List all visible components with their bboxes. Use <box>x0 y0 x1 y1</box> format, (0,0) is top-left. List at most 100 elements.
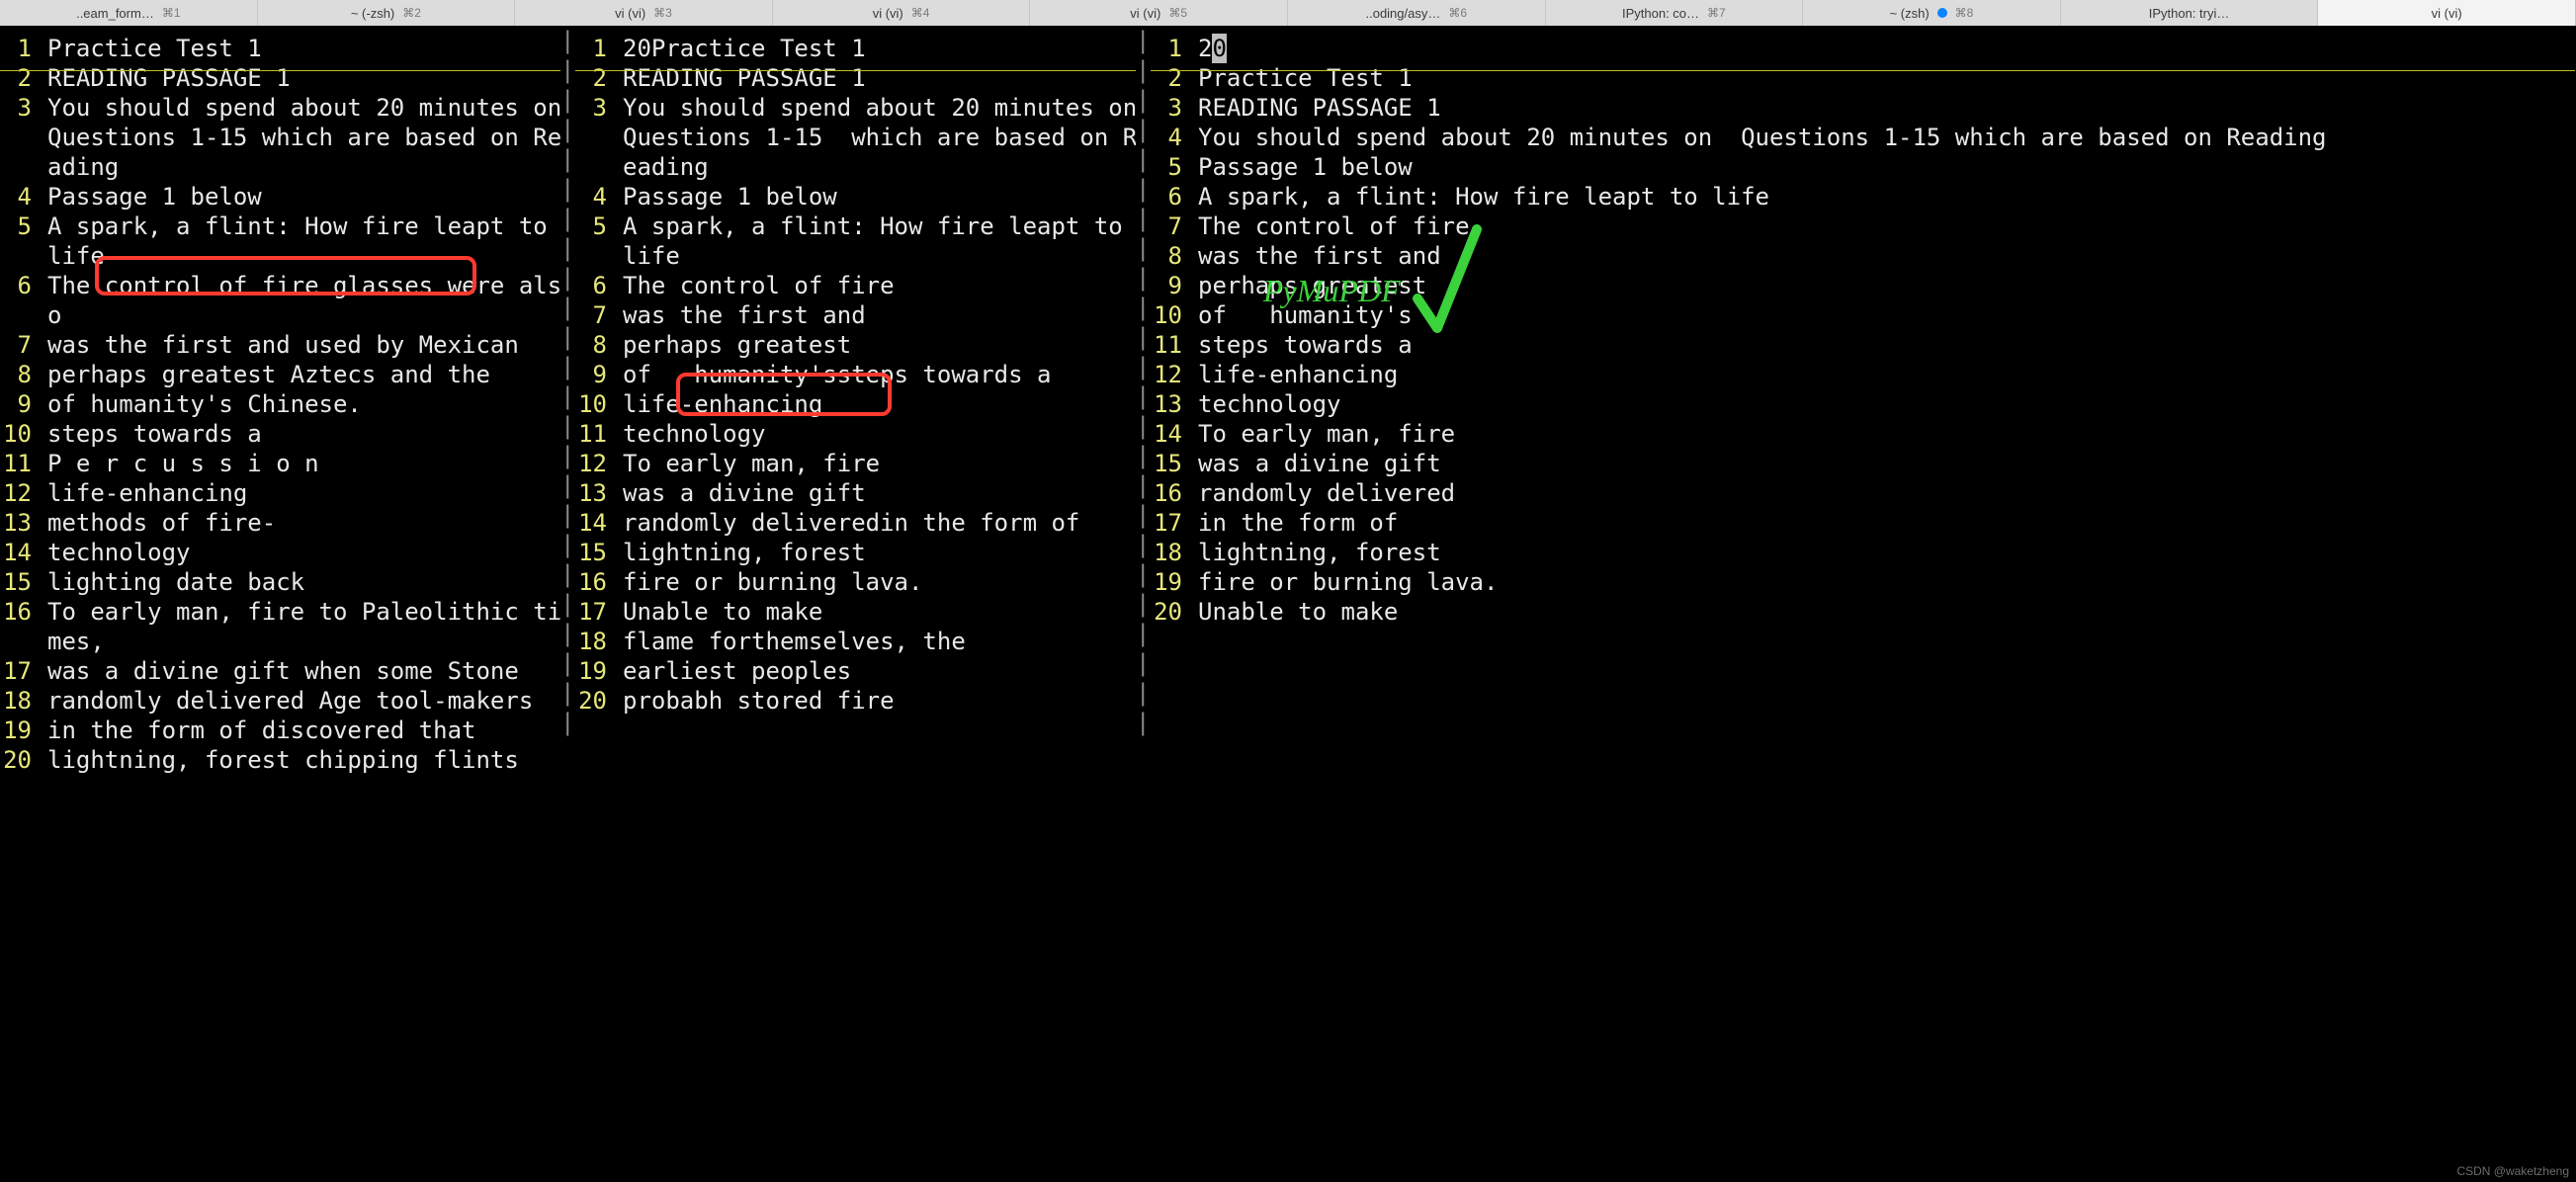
editor-line: 3READING PASSAGE 1 <box>1151 93 2575 123</box>
scrollbar-pip: | <box>560 381 574 411</box>
editor-line: 18lightning, forest <box>1151 538 2575 567</box>
line-text: was the first and <box>615 300 1150 330</box>
editor-line: 3You should spend about 20 minutes on Qu… <box>0 93 574 182</box>
line-text: was the first and <box>1190 241 2575 271</box>
tab-3[interactable]: vi (vi) ⌘3 <box>515 0 773 26</box>
line-text: technology <box>1190 389 2575 419</box>
watermark: CSDN @waketzheng <box>2456 1164 2569 1178</box>
tab-5[interactable]: vi (vi) ⌘5 <box>1030 0 1288 26</box>
line-number: 14 <box>0 538 40 567</box>
scrollbar-pip: | <box>560 352 574 381</box>
line-number: 13 <box>575 478 615 508</box>
line-text: life-enhancing <box>40 478 574 508</box>
editor-line: 11steps towards a <box>1151 330 2575 360</box>
line-text: perhaps greatest Aztecs and the <box>40 360 574 389</box>
editor-line: 16To early man, fire to Paleolithic time… <box>0 597 574 656</box>
tab-6[interactable]: ..oding/asy… ⌘6 <box>1288 0 1546 26</box>
editor-line: 11P e r c u s s i o n <box>0 449 574 478</box>
line-number: 3 <box>1151 93 1190 123</box>
line-number: 13 <box>1151 389 1190 419</box>
scrollbar-pip: | <box>1136 263 1150 293</box>
line-text: in the form of <box>1190 508 2575 538</box>
line-number: 15 <box>0 567 40 597</box>
line-number: 12 <box>0 478 40 508</box>
tab-4[interactable]: vi (vi) ⌘4 <box>773 0 1031 26</box>
tab-shortcut: ⌘7 <box>1707 6 1726 20</box>
line-text: Practice Test 1 <box>1190 63 2575 93</box>
tab-8[interactable]: ~ (zsh) ⌘8 <box>1803 0 2061 26</box>
tab-label: IPython: co… <box>1622 6 1699 21</box>
line-number: 14 <box>1151 419 1190 449</box>
editor-line: 5Passage 1 below <box>1151 152 2575 182</box>
editor-line: 5A spark, a flint: How fire leapt to lif… <box>0 211 574 271</box>
scrollbar-pip: | <box>560 589 574 619</box>
editor-pane-left[interactable]: 1Practice Test 12READING PASSAGE 13You s… <box>0 26 575 1182</box>
editor-line: 14To early man, fire <box>1151 419 2575 449</box>
scrollbar-pip: | <box>1136 500 1150 530</box>
line-number: 11 <box>575 419 615 449</box>
line-text: P e r c u s s i o n <box>40 449 574 478</box>
line-number: 16 <box>1151 478 1190 508</box>
tab-label: vi (vi) <box>2432 6 2462 21</box>
editor-line: 6A spark, a flint: How fire leapt to lif… <box>1151 182 2575 211</box>
line-number: 10 <box>0 419 40 449</box>
tab-shortcut: ⌘5 <box>1168 6 1187 20</box>
line-number: 3 <box>575 93 615 123</box>
editor-line: 120Practice Test 1 <box>575 34 1150 63</box>
line-text: You should spend about 20 minutes on Que… <box>615 93 1150 182</box>
line-number: 19 <box>1151 567 1190 597</box>
line-text: To early man, fire <box>615 449 1150 478</box>
line-text: of humanity's <box>1190 300 2575 330</box>
scrollbar-pip: | <box>560 322 574 352</box>
scrollbar-pip: | <box>1136 589 1150 619</box>
tab-9[interactable]: IPython: tryi… <box>2061 0 2319 26</box>
editor-line: 15lightning, forest <box>575 538 1150 567</box>
tab-10-active[interactable]: vi (vi) <box>2318 0 2576 26</box>
scrollbar-pip: | <box>560 233 574 263</box>
editor-line: 13was a divine gift <box>575 478 1150 508</box>
scrollbar-pip: | <box>560 204 574 233</box>
line-number: 20 <box>1151 597 1190 627</box>
line-text: To early man, fire <box>1190 419 2575 449</box>
line-number: 15 <box>1151 449 1190 478</box>
line-text: was a divine gift <box>615 478 1150 508</box>
tab-2[interactable]: ~ (-zsh) ⌘2 <box>258 0 516 26</box>
scrollbar-pip: | <box>1136 144 1150 174</box>
scrollbar-pip: | <box>1136 55 1150 85</box>
scrollbar-pip: | <box>560 559 574 589</box>
line-text: You should spend about 20 minutes on Que… <box>40 93 574 182</box>
editor-pane-right[interactable]: 1202Practice Test 13READING PASSAGE 14Yo… <box>1151 26 2576 1182</box>
tab-7[interactable]: IPython: co… ⌘7 <box>1546 0 1804 26</box>
line-text: life-enhancing <box>615 389 1150 419</box>
line-number: 9 <box>1151 271 1190 300</box>
scrollbar[interactable]: |||||||||||||||||||||||| <box>1136 26 1150 1182</box>
terminal-tab-bar: ..eam_form… ⌘1 ~ (-zsh) ⌘2 vi (vi) ⌘3 vi… <box>0 0 2576 26</box>
line-number: 7 <box>1151 211 1190 241</box>
line-number: 6 <box>1151 182 1190 211</box>
editor-line: 12life-enhancing <box>0 478 574 508</box>
line-number: 9 <box>575 360 615 389</box>
editor-pane-middle[interactable]: 120Practice Test 12READING PASSAGE 13You… <box>575 26 1151 1182</box>
line-text: steps towards a <box>1190 330 2575 360</box>
line-number: 2 <box>575 63 615 93</box>
editor-line: 19earliest peoples <box>575 656 1150 686</box>
scrollbar-pip: | <box>1136 678 1150 708</box>
scrollbar[interactable]: |||||||||||||||||||||||| <box>560 26 574 1182</box>
line-number: 5 <box>1151 152 1190 182</box>
editor-lines: 1Practice Test 12READING PASSAGE 13You s… <box>0 26 574 775</box>
tab-1[interactable]: ..eam_form… ⌘1 <box>0 0 258 26</box>
tab-label: ~ (zsh) <box>1890 6 1930 21</box>
line-text: 20 <box>1190 34 2575 63</box>
tab-shortcut: ⌘1 <box>162 6 181 20</box>
line-text: A spark, a flint: How fire leapt to life <box>1190 182 2575 211</box>
scrollbar-pip: | <box>1136 115 1150 144</box>
editor-line: 10life-enhancing <box>575 389 1150 419</box>
line-text: was the first and used by Mexican <box>40 330 574 360</box>
line-number: 9 <box>0 389 40 419</box>
editor-line: 8was the first and <box>1151 241 2575 271</box>
line-number: 11 <box>1151 330 1190 360</box>
scrollbar-pip: | <box>560 55 574 85</box>
editor-line: 2Practice Test 1 <box>1151 63 2575 93</box>
line-text: lightning, forest <box>1190 538 2575 567</box>
line-text: randomly deliveredin the form of <box>615 508 1150 538</box>
